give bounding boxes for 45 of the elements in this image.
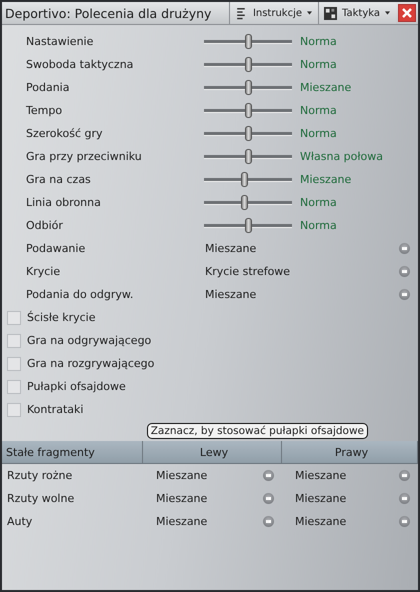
column-header: Stałe fragmenty <box>2 441 143 463</box>
setting-value: Norma <box>299 127 337 140</box>
setting-label: Swoboda taktyczna <box>25 58 134 71</box>
table-cell-text: Rzuty wolne <box>6 492 76 505</box>
column-header: Prawy <box>282 441 418 463</box>
menu-button[interactable]: Taktyka <box>318 2 396 24</box>
dropdown[interactable]: Mieszane <box>204 288 418 301</box>
checkbox-label: Pułapki ofsajdowe <box>27 380 126 393</box>
checkbox-label: Gra na odgrywającego <box>27 334 152 347</box>
setting-value: Norma <box>299 58 337 71</box>
setting-label: Krycie <box>25 265 62 278</box>
setting-value: Norma <box>299 196 337 209</box>
setting-label: Podania <box>25 81 70 94</box>
setting-label: Gra na czas <box>25 173 92 186</box>
checkbox-label: Kontrataki <box>27 403 84 416</box>
table-cell-text: Auty <box>6 515 34 528</box>
checkbox-label: Ścisłe krycie <box>27 311 96 324</box>
table-cell-text: Rzuty rożne <box>6 469 74 482</box>
setting-value: Norma <box>299 104 337 117</box>
setting-label: Podawanie <box>25 242 86 255</box>
setting-value: Norma <box>299 219 337 232</box>
dropdown[interactable]: Mieszane <box>143 515 282 528</box>
setting-value: Mieszane <box>299 81 352 94</box>
checkbox-label: Gra na rozgrywającego <box>27 357 154 370</box>
dropdown[interactable]: Mieszane <box>282 492 418 505</box>
setting-value: Norma <box>299 35 337 48</box>
setting-label: Linia obronna <box>25 196 102 209</box>
window-title: Deportivo: Polecenia dla drużyny <box>4 6 212 20</box>
setting-value: Mieszane <box>299 173 352 186</box>
dropdown[interactable]: Mieszane <box>204 242 418 255</box>
dropdown[interactable]: Mieszane <box>282 469 418 482</box>
setting-label: Szerokość gry <box>25 127 104 140</box>
dropdown[interactable]: Mieszane <box>143 492 282 505</box>
dropdown[interactable]: Mieszane <box>143 469 282 482</box>
menu-button[interactable]: Instrukcje <box>228 2 318 24</box>
setting-label: Podania do odgryw. <box>25 288 134 301</box>
dropdown[interactable]: Mieszane <box>282 515 418 528</box>
setting-label: Nastawienie <box>25 35 94 48</box>
dropdown[interactable]: Krycie strefowe <box>204 265 418 278</box>
setting-label: Gra przy przeciwniku <box>25 150 143 163</box>
tooltip: Zaznacz, by stosować pułapki ofsajdowe <box>146 423 368 439</box>
column-header: Lewy <box>143 441 282 463</box>
setting-value: Własna połowa <box>299 150 383 163</box>
setting-label: Odbiór <box>25 219 64 232</box>
setting-label: Tempo <box>25 104 64 117</box>
